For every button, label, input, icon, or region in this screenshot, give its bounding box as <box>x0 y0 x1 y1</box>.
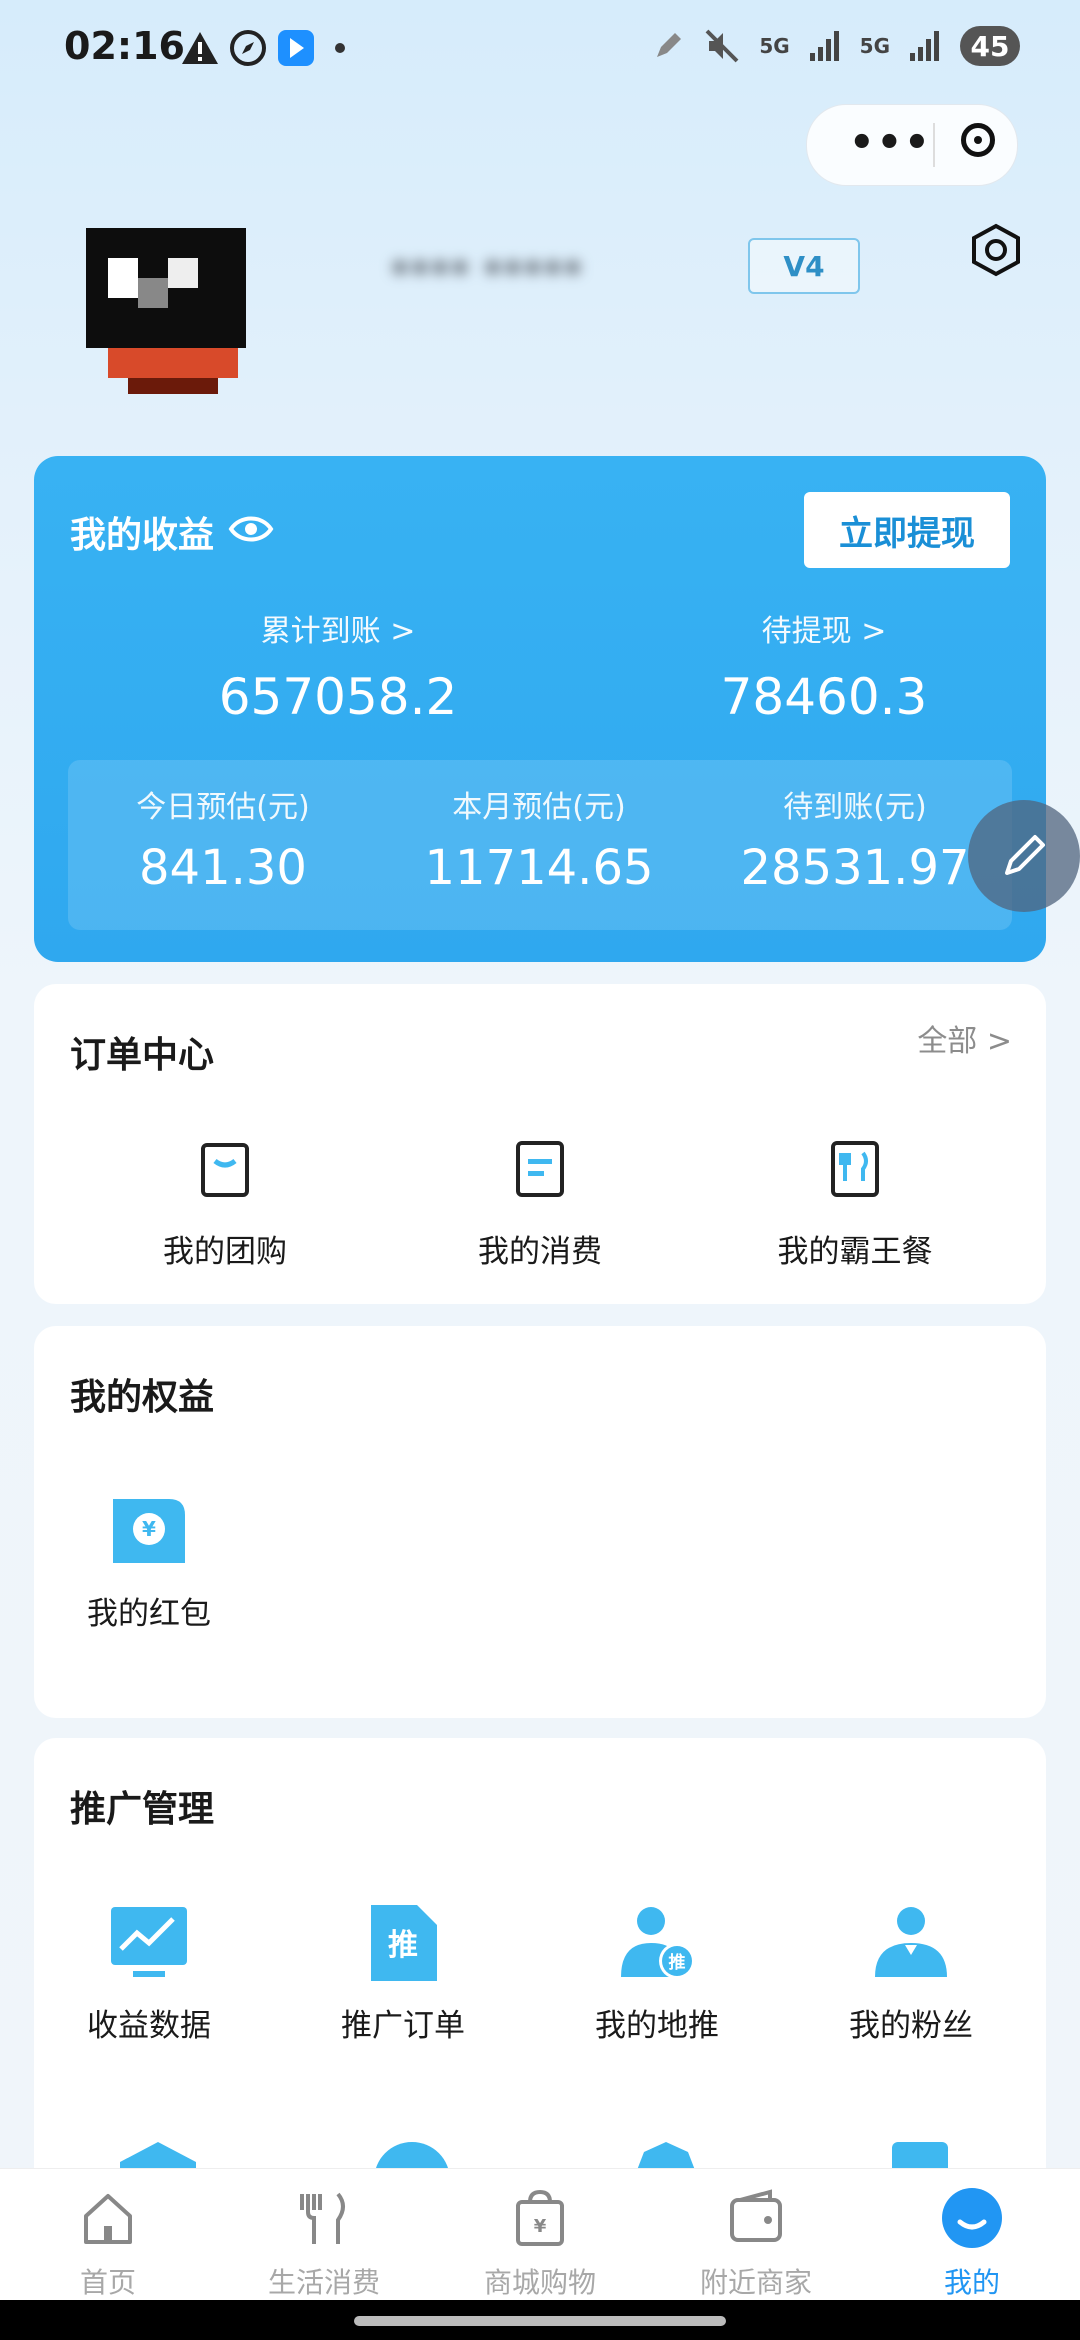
signal-2-icon <box>910 31 939 61</box>
pending-withdraw-label: 待提现 > <box>761 614 887 649</box>
battery-indicator: 45 <box>960 26 1020 66</box>
system-nav-bar <box>0 2300 1080 2340</box>
today-estimate: 今日预估(元) 841.30 <box>68 782 378 896</box>
tab-label: 生活消费 <box>267 2266 380 2299</box>
tab-mall-shopping[interactable]: ¥ 商城购物 <box>432 2183 648 2301</box>
order-item-label: 我的霸王餐 <box>777 1234 933 1270</box>
arriving-value: 28531.97 <box>740 840 970 896</box>
shopping-icon: ¥ <box>516 2189 564 2246</box>
close-miniprogram-icon[interactable] <box>961 123 995 157</box>
tab-mine[interactable]: 我的 <box>864 2183 1080 2301</box>
more-menu-icon[interactable]: ••• <box>849 123 932 163</box>
benefit-item-label: 我的红包 <box>87 1596 211 1632</box>
month-estimate: 本月预估(元) 11714.65 <box>384 782 694 896</box>
order-center-title: 订单中心 <box>70 1035 215 1076</box>
svg-text:推: 推 <box>388 1928 418 1963</box>
eye-icon[interactable] <box>228 512 274 546</box>
bottom-tab-bar: 首页 生活消费 ¥ 商城购物 附近商家 我的 <box>0 2168 1080 2301</box>
arriving: 待到账(元) 28531.97 <box>700 782 1010 896</box>
total-received[interactable]: 累计到账 > 657058.2 <box>138 606 538 726</box>
tab-nearby-merchants[interactable]: 附近商家 <box>648 2183 864 2301</box>
order-item-label: 我的消费 <box>478 1234 602 1270</box>
level-badge: V4 <box>748 238 860 294</box>
compass-icon <box>230 30 266 66</box>
pencil-icon <box>1005 835 1045 875</box>
username: **** ***** <box>390 252 583 298</box>
tab-label: 商城购物 <box>483 2266 596 2299</box>
svg-text:推: 推 <box>669 1952 686 1973</box>
signal-icon <box>809 31 839 61</box>
mute-icon <box>705 29 739 63</box>
promo-item-ground[interactable]: 推 我的地推 <box>532 1898 782 2045</box>
shopping-bag-icon <box>201 1143 249 1197</box>
promo-item-label: 推广订单 <box>341 2008 465 2044</box>
today-estimate-label: 今日预估(元) <box>136 790 310 825</box>
settings-icon[interactable] <box>968 222 1024 278</box>
earnings-card: 我的收益 立即提现 累计到账 > 657058.2 待提现 > 78460.3 … <box>34 456 1046 962</box>
tab-life-consumption[interactable]: 生活消费 <box>216 2183 432 2301</box>
chart-icon <box>111 1907 187 1977</box>
wallet-icon <box>730 2189 782 2242</box>
promotion-title: 推广管理 <box>70 1789 215 1830</box>
red-packet-icon: ¥ <box>113 1499 185 1563</box>
order-all-link[interactable]: 全部 > <box>917 1016 1012 1060</box>
pending-withdraw[interactable]: 待提现 > 78460.3 <box>624 606 1024 726</box>
network-5g-1: 5G <box>759 34 790 58</box>
promo-item-earnings-data[interactable]: 收益数据 <box>24 1898 274 2045</box>
tab-label: 我的 <box>943 2266 1000 2299</box>
home-gesture-handle[interactable] <box>354 2316 726 2326</box>
app-notification-icon <box>278 30 314 66</box>
promotion-card: 推广管理 收益数据 推 推广订单 推 我的地推 我的粉丝 <box>34 1738 1046 2198</box>
order-item-consumption[interactable]: 我的消费 <box>415 1124 665 1271</box>
tab-label: 首页 <box>79 2266 136 2299</box>
avatar[interactable] <box>78 218 260 400</box>
status-time: 02:16 <box>64 24 185 68</box>
promo-item-fans[interactable]: 我的粉丝 <box>786 1898 1036 2045</box>
benefit-item-red-packet[interactable]: ¥ 我的红包 <box>24 1486 274 1633</box>
today-estimate-value: 841.30 <box>139 840 307 896</box>
capsule-divider <box>933 123 935 167</box>
benefits-title: 我的权益 <box>70 1377 215 1418</box>
promo-item-label: 我的地推 <box>595 2008 719 2044</box>
tab-label: 附近商家 <box>699 2266 812 2299</box>
home-icon <box>84 2194 132 2244</box>
order-item-group-buy[interactable]: 我的团购 <box>100 1124 350 1271</box>
arriving-label: 待到账(元) <box>783 790 927 825</box>
promo-item-label: 收益数据 <box>87 2008 211 2044</box>
network-5g-2: 5G <box>859 34 890 58</box>
warning-icon <box>182 32 218 64</box>
status-bar: 02:16 5G 5G 45 <box>0 0 1080 100</box>
promo-item-orders[interactable]: 推 推广订单 <box>278 1898 528 2045</box>
withdraw-button[interactable]: 立即提现 <box>804 492 1010 568</box>
miniprogram-capsule: ••• <box>806 104 1018 186</box>
cutlery-icon <box>831 1141 879 1197</box>
fork-knife-icon <box>300 2192 345 2244</box>
total-received-value: 657058.2 <box>218 668 458 726</box>
month-estimate-value: 11714.65 <box>424 840 654 896</box>
estimate-panel: 今日预估(元) 841.30 本月预估(元) 11714.65 待到账(元) 2… <box>68 760 1012 930</box>
order-item-label: 我的团购 <box>163 1234 287 1270</box>
promo-item-label: 我的粉丝 <box>849 2008 973 2044</box>
svg-text:¥: ¥ <box>142 1517 156 1541</box>
floating-edit-button[interactable] <box>968 800 1080 912</box>
promo-order-icon: 推 <box>371 1905 437 1981</box>
total-received-label: 累计到账 > <box>260 614 416 649</box>
order-center-card: 订单中心 全部 > 我的团购 我的消费 我的霸王餐 <box>34 984 1046 1304</box>
fans-icon <box>875 1907 947 1977</box>
pending-withdraw-value: 78460.3 <box>720 668 928 726</box>
month-estimate-label: 本月预估(元) <box>452 790 626 825</box>
earnings-title: 我的收益 <box>70 515 215 556</box>
dot-icon <box>335 43 345 53</box>
profile-icon <box>942 2188 1002 2248</box>
svg-text:¥: ¥ <box>534 2216 547 2237</box>
benefits-card: 我的权益 ¥ 我的红包 <box>34 1326 1046 1718</box>
ground-promo-icon: 推 <box>621 1907 695 1979</box>
order-item-free-meal[interactable]: 我的霸王餐 <box>730 1124 980 1271</box>
tab-home[interactable]: 首页 <box>0 2183 216 2301</box>
pen-status-icon <box>657 33 682 57</box>
document-icon <box>516 1141 564 1197</box>
